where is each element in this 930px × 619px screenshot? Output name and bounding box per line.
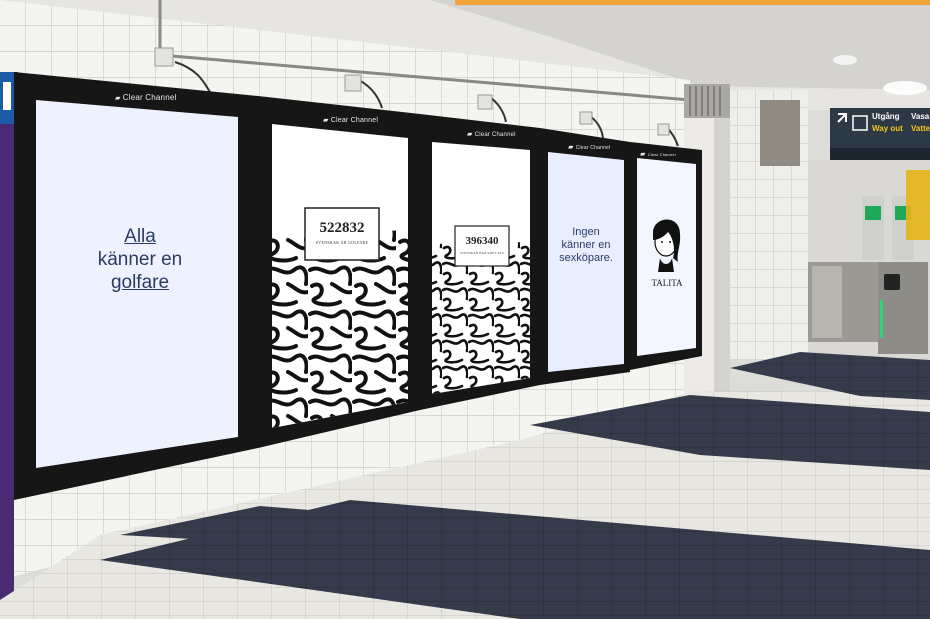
brand-label: Clear Channel <box>323 116 378 124</box>
headline-line-2: känner en <box>97 248 183 270</box>
orange-strip <box>455 0 930 5</box>
ad-display-2 <box>258 96 420 448</box>
statistic-caption: SVENSKAR ÄR GOLFARE <box>315 240 369 245</box>
statistic-number: 396340 <box>465 235 499 247</box>
statistic-number: 522832 <box>319 220 365 236</box>
exit-english-label: Way out <box>872 124 903 133</box>
ad-display-3 <box>420 114 540 410</box>
ad-headline: Alla känner en golfare <box>80 226 200 294</box>
subway-station-scene: Clear Channel Clear Channel Clear Channe… <box>0 0 930 619</box>
brand-label: Clear Channel <box>467 130 516 138</box>
street-label: Vasa <box>911 112 930 121</box>
ad-display-5 <box>630 142 702 370</box>
headline-line-2: känner en <box>561 239 611 252</box>
brand-label: Clear Channel <box>568 143 610 151</box>
street-label: Vatte <box>911 124 930 133</box>
brand-label: Clear Channel <box>115 93 177 102</box>
brand-name-talita: TALITA <box>651 278 683 288</box>
purple-wall-edge <box>0 80 14 600</box>
ad-headline: Ingen känner en sexköpare. <box>553 226 619 266</box>
exit-swedish-label: Utgång <box>872 112 900 121</box>
headline-line-1: Ingen <box>572 226 600 238</box>
headline-line-3: sexköpare. <box>559 252 613 265</box>
brand-label: Clear Channel <box>640 150 676 158</box>
headline-line-3: golfare <box>110 271 170 293</box>
statistic-caption: SVENSKAR HAR KÖPT SEX <box>459 251 505 255</box>
headline-line-1: Alla <box>124 226 156 247</box>
